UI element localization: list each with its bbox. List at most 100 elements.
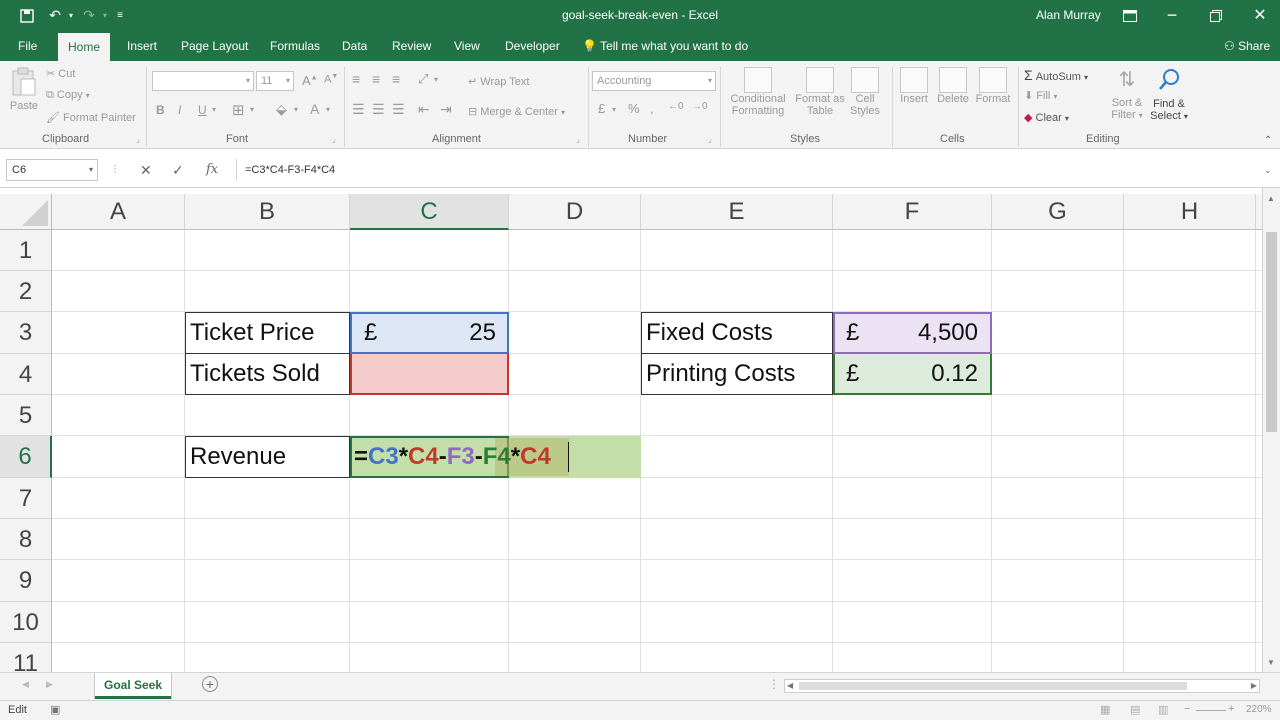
- row-header-8[interactable]: 8: [0, 519, 52, 560]
- row-header-7[interactable]: 7: [0, 478, 52, 519]
- add-sheet-icon[interactable]: +: [202, 676, 218, 692]
- tab-insert[interactable]: Insert: [117, 31, 167, 61]
- wrap-text-button[interactable]: ↵ Wrap Text: [468, 75, 529, 88]
- percent-icon[interactable]: %: [628, 101, 640, 116]
- increase-font-icon[interactable]: A▲: [302, 73, 318, 88]
- column-header-d[interactable]: D: [509, 194, 641, 230]
- formula-input[interactable]: =C3*C4-F3-F4*C4: [236, 159, 1258, 181]
- fill-button[interactable]: ⬇ Fill ▾: [1024, 89, 1057, 102]
- number-format-combo[interactable]: Accounting ▾: [592, 71, 716, 91]
- cell-b3[interactable]: Ticket Price: [185, 312, 350, 354]
- font-color-dropdown-icon[interactable]: ▾: [326, 105, 330, 114]
- macro-record-icon[interactable]: ▣: [50, 703, 60, 716]
- row-header-2[interactable]: 2: [0, 271, 52, 312]
- decrease-font-icon[interactable]: A▼: [324, 73, 338, 86]
- tab-page-layout[interactable]: Page Layout: [171, 31, 258, 61]
- number-launcher-icon[interactable]: ⌟: [708, 135, 712, 144]
- vertical-scroll-thumb[interactable]: [1266, 232, 1277, 432]
- increase-decimal-icon[interactable]: ←0: [668, 101, 684, 112]
- sheet-tab-goal-seek[interactable]: Goal Seek: [95, 673, 171, 699]
- tab-formulas[interactable]: Formulas: [260, 31, 330, 61]
- customize-qat-icon[interactable]: ≡: [114, 0, 126, 31]
- currency-icon[interactable]: £: [598, 101, 605, 116]
- cell-c4-reference[interactable]: [350, 354, 509, 395]
- align-middle-icon[interactable]: ≡: [372, 71, 380, 87]
- merge-center-button[interactable]: ⊟ Merge & Center ▾: [468, 105, 565, 118]
- zoom-level[interactable]: 220%: [1246, 704, 1272, 715]
- cut-button[interactable]: ✂ Cut: [46, 67, 75, 80]
- borders-dropdown-icon[interactable]: ▾: [250, 105, 254, 114]
- cancel-entry-icon[interactable]: ✕: [140, 159, 152, 181]
- format-painter-button[interactable]: 🖌 Format Painter: [46, 111, 136, 124]
- row-header-10[interactable]: 10: [0, 602, 52, 643]
- select-all-corner[interactable]: [0, 194, 52, 230]
- expand-formula-bar-icon[interactable]: ⌄: [1264, 159, 1272, 181]
- scroll-right-icon[interactable]: ▶: [1251, 681, 1257, 690]
- insert-cells-button[interactable]: Insert: [896, 67, 932, 105]
- clipboard-launcher-icon[interactable]: ⌟: [136, 135, 140, 144]
- minimize-icon[interactable]: −: [1160, 0, 1184, 31]
- orientation-dropdown-icon[interactable]: ▾: [434, 75, 438, 84]
- column-header-e[interactable]: E: [641, 194, 833, 230]
- font-size-combo[interactable]: 11 ▾: [256, 71, 294, 91]
- row-header-9[interactable]: 9: [0, 560, 52, 602]
- sheet-next-icon[interactable]: ▶: [46, 679, 53, 690]
- save-icon[interactable]: [16, 0, 38, 31]
- page-layout-view-icon[interactable]: ▤: [1130, 703, 1140, 716]
- tell-me-box[interactable]: 💡 Tell me what you want to do: [572, 31, 758, 61]
- alignment-launcher-icon[interactable]: ⌟: [576, 135, 580, 144]
- align-top-icon[interactable]: ≡: [352, 71, 360, 87]
- cell-b6[interactable]: Revenue: [185, 436, 350, 478]
- fill-color-dropdown-icon[interactable]: ▾: [294, 105, 298, 114]
- find-select-button[interactable]: Find & Select ▾: [1148, 67, 1190, 122]
- decrease-indent-icon[interactable]: ⇤: [418, 101, 430, 118]
- confirm-entry-icon[interactable]: ✓: [172, 159, 184, 181]
- cell-b4[interactable]: Tickets Sold: [185, 353, 350, 395]
- collapse-ribbon-icon[interactable]: ⌃: [1264, 135, 1272, 146]
- paste-button[interactable]: Paste: [8, 67, 40, 112]
- cell-styles-button[interactable]: Cell Styles: [846, 67, 884, 117]
- autosum-button[interactable]: Σ AutoSum ▾: [1024, 67, 1088, 83]
- clear-button[interactable]: ◆ Clear ▾: [1024, 111, 1069, 124]
- orientation-icon[interactable]: ⤢: [418, 71, 428, 87]
- horizontal-scrollbar[interactable]: ◀ ▶: [784, 679, 1260, 693]
- row-header-6[interactable]: 6: [0, 436, 52, 478]
- underline-dropdown-icon[interactable]: ▾: [212, 105, 216, 114]
- font-color-icon[interactable]: A: [310, 101, 319, 117]
- row-header-11[interactable]: 11: [0, 643, 52, 672]
- borders-icon[interactable]: ⊞: [232, 101, 245, 119]
- font-launcher-icon[interactable]: ⌟: [332, 135, 336, 144]
- redo-icon[interactable]: ↷: [80, 0, 98, 31]
- normal-view-icon[interactable]: ▦: [1100, 703, 1110, 716]
- tab-home[interactable]: Home: [58, 33, 111, 61]
- page-break-view-icon[interactable]: ▥: [1158, 703, 1168, 716]
- scroll-up-icon[interactable]: ▲: [1267, 194, 1275, 203]
- column-header-a[interactable]: A: [52, 194, 185, 230]
- name-box[interactable]: C6 ▾: [6, 159, 98, 181]
- fill-color-icon[interactable]: ⬙: [276, 101, 287, 118]
- undo-dropdown-icon[interactable]: ▾: [66, 0, 76, 31]
- scroll-down-icon[interactable]: ▼: [1267, 658, 1275, 667]
- restore-icon[interactable]: [1204, 0, 1228, 31]
- italic-button[interactable]: I: [178, 103, 181, 117]
- align-bottom-icon[interactable]: ≡: [392, 71, 400, 87]
- row-header-5[interactable]: 5: [0, 395, 52, 436]
- delete-cells-button[interactable]: Delete: [934, 67, 972, 105]
- conditional-formatting-button[interactable]: Conditional Formatting: [728, 67, 788, 117]
- sheet-prev-icon[interactable]: ◀: [22, 679, 29, 690]
- underline-button[interactable]: U: [198, 103, 207, 117]
- cell-e4[interactable]: Printing Costs: [641, 353, 833, 395]
- row-header-1[interactable]: 1: [0, 230, 52, 271]
- tab-developer[interactable]: Developer: [495, 31, 570, 61]
- horizontal-scroll-thumb[interactable]: [799, 682, 1187, 690]
- scroll-left-icon[interactable]: ◀: [787, 681, 793, 690]
- row-header-4[interactable]: 4: [0, 354, 52, 395]
- column-header-f[interactable]: F: [833, 194, 992, 230]
- zoom-out-icon[interactable]: −: [1184, 703, 1190, 715]
- user-name[interactable]: Alan Murray: [1036, 0, 1101, 31]
- tab-view[interactable]: View: [444, 31, 490, 61]
- decrease-decimal-icon[interactable]: →0: [692, 101, 708, 112]
- tab-review[interactable]: Review: [382, 31, 441, 61]
- insert-function-icon[interactable]: fx: [206, 159, 218, 181]
- undo-icon[interactable]: ↶: [46, 0, 64, 31]
